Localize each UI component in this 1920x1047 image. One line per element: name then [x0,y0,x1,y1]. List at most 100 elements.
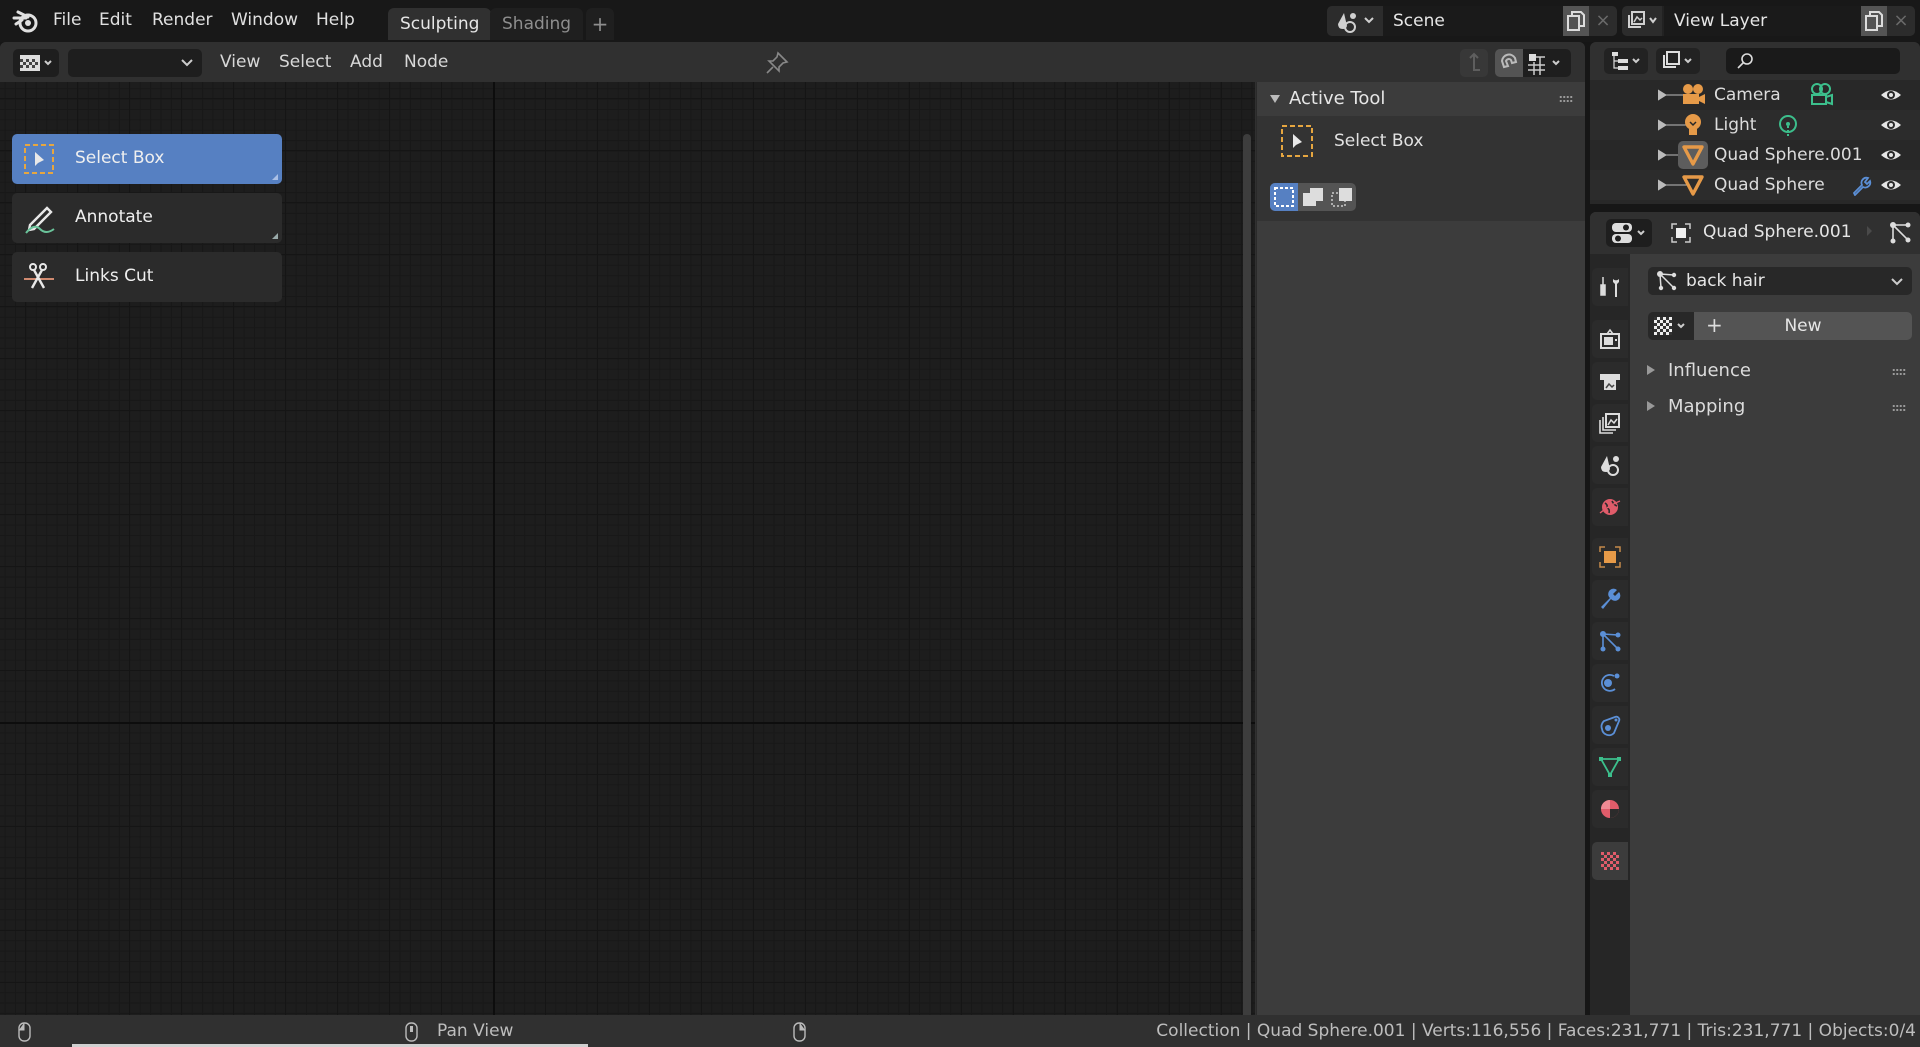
tab-modifiers[interactable] [1592,580,1628,618]
tool-label: Select Box [75,148,165,168]
particles-icon [1600,631,1621,652]
texture-browse-button[interactable] [1648,312,1694,340]
add-workspace-button[interactable]: + [586,8,614,40]
drag-handle-icon[interactable] [1559,95,1573,103]
drag-handle-icon[interactable] [1892,404,1906,412]
tab-particles[interactable] [1592,622,1628,660]
particle-system-dropdown[interactable]: back hair [1648,267,1912,295]
tool-variants-indicator [272,174,278,180]
visibility-eye-icon[interactable] [1880,145,1902,165]
menu-select[interactable]: Select [279,52,331,72]
menu-edit[interactable]: Edit [99,10,132,30]
select-set-icon [1274,187,1294,207]
display-mode-dropdown[interactable] [1604,48,1648,74]
view-layer-remove-button[interactable]: × [1887,6,1915,36]
drag-handle-icon[interactable] [1892,368,1906,376]
parent-node-tree-button[interactable] [1460,49,1488,77]
tool-links-cut[interactable]: Links Cut [12,252,282,302]
menu-view[interactable]: View [220,52,260,72]
view-layer-icon [1663,51,1692,68]
scene-remove-button[interactable]: × [1589,6,1617,36]
visibility-eye-icon[interactable] [1880,175,1902,195]
tab-constraints[interactable] [1592,706,1628,744]
tool-select-box[interactable]: Select Box [12,134,282,184]
scene-browse-button[interactable] [1327,6,1383,36]
editor-type-button[interactable] [1606,219,1652,247]
tab-world[interactable] [1592,488,1628,526]
panel-influence[interactable]: Influence [1630,354,1920,388]
tab-output[interactable] [1592,362,1628,400]
mode-extend-button[interactable] [1299,183,1327,211]
editor-type-button[interactable] [13,49,59,77]
select-extend-icon [1303,188,1323,206]
mode-set-button[interactable] [1270,183,1298,211]
particles-icon [1890,222,1911,244]
scene-duplicate-button[interactable] [1563,6,1589,36]
view-layer-browse-button[interactable] [1622,6,1662,36]
tab-render[interactable] [1592,320,1628,358]
tab-tool[interactable] [1592,268,1628,306]
outliner-item-label: Light [1714,115,1757,135]
tab-data[interactable] [1592,748,1628,786]
breadcrumb-separator-icon [1867,226,1872,236]
active-tool-name: Select Box [1334,131,1424,151]
outliner-item-light[interactable]: Light [1590,110,1920,140]
outliner-item-quad-sphere[interactable]: Quad Sphere [1590,170,1920,200]
outliner-search-input[interactable] [1726,48,1900,74]
menu-window[interactable]: Window [231,10,298,30]
scene-selector: Scene × [1327,6,1617,36]
menu-node[interactable]: Node [404,52,448,72]
tool-icon [1600,277,1619,297]
outliner-item-camera[interactable]: Camera [1590,80,1920,110]
properties-editor-icon [1612,223,1645,243]
texture-slot-dropdown[interactable] [68,49,202,77]
context-object-name: Quad Sphere.001 [1703,222,1852,242]
selection-mode-group [1270,183,1356,211]
light-data-icon[interactable] [1776,113,1800,137]
tab-scene[interactable] [1592,446,1628,484]
scene-icon [1338,13,1374,33]
panel-title: Active Tool [1289,88,1386,109]
menu-file[interactable]: File [53,10,81,30]
tool-label: Annotate [75,207,153,227]
mode-subtract-button[interactable] [1328,183,1356,211]
tab-physics[interactable] [1592,664,1628,702]
new-texture-button[interactable]: + New [1694,312,1912,340]
object-icon [1599,546,1621,568]
view-layer-duplicate-button[interactable] [1861,6,1887,36]
menu-help[interactable]: Help [316,10,355,30]
tab-texture[interactable] [1592,842,1628,880]
outliner-item-label: Quad Sphere [1714,175,1825,195]
scene-name-field[interactable]: Scene [1383,6,1563,36]
active-tool-panel-header[interactable]: Active Tool [1257,82,1585,116]
camera-data-icon[interactable] [1808,82,1834,108]
menu-render[interactable]: Render [152,10,213,30]
select-box-icon [24,144,54,174]
vertical-scrollbar[interactable] [1243,134,1251,1015]
view-layer-name-field[interactable]: View Layer [1664,6,1861,36]
modifier-wrench-icon[interactable] [1850,174,1872,196]
render-icon [1600,328,1620,349]
visibility-eye-icon[interactable] [1880,115,1902,135]
camera-icon [1683,84,1705,104]
panel-mapping[interactable]: Mapping [1630,390,1920,424]
tab-view-layer[interactable] [1592,404,1628,442]
menu-add[interactable]: Add [350,52,383,72]
tool-annotate[interactable]: Annotate [12,193,282,243]
particle-system-name: back hair [1686,271,1765,291]
visibility-eye-icon[interactable] [1880,85,1902,105]
blender-logo-icon[interactable] [12,8,40,34]
new-button-label: New [1784,316,1822,336]
mouse-left-click-icon [18,1022,31,1042]
snap-toggle[interactable] [1495,49,1523,77]
tab-object[interactable] [1592,538,1628,576]
node-canvas[interactable]: Select Box Annotate Links Cut [0,82,1255,1015]
outliner-item-quad-sphere-001[interactable]: Quad Sphere.001 [1590,140,1920,170]
snap-element-dropdown[interactable] [1523,49,1571,77]
workspace-tab-sculpting[interactable]: Sculpting [388,8,492,40]
filter-view-layer-dropdown[interactable] [1656,48,1700,74]
tab-material[interactable] [1592,790,1628,828]
panel-title: Mapping [1668,396,1746,417]
pin-icon[interactable] [764,50,790,76]
workspace-tab-shading[interactable]: Shading [490,8,584,40]
